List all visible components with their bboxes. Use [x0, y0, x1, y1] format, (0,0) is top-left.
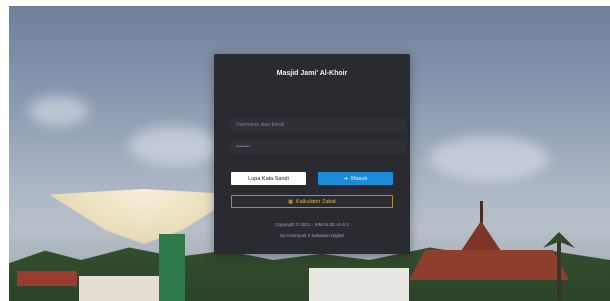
login-button[interactable]: ➔ Masuk [318, 172, 393, 185]
cloud [29, 96, 89, 126]
password-input[interactable] [230, 140, 406, 154]
login-icon: ➔ [343, 175, 348, 182]
cloud [429, 136, 549, 181]
mosque-tower-roof [461, 221, 501, 251]
page-title: Masjid Jami' Al-Khoir [276, 70, 348, 77]
forgot-password-label: Lupa Kata Sandi [248, 175, 289, 182]
umbrella-pole [159, 234, 185, 301]
red-roof [17, 271, 77, 286]
login-label: Masuk [351, 175, 368, 182]
mosque-roof [409, 250, 569, 280]
zakat-calculator-label: Kalkulator Zakat [295, 198, 336, 205]
zakat-calculator-button[interactable]: ▦ Kalkulator Zakat [231, 195, 393, 208]
mosque-spire [480, 201, 483, 223]
building [79, 276, 159, 301]
cloud [129, 126, 219, 166]
forgot-password-button[interactable]: Lupa Kata Sandi [231, 172, 306, 185]
login-card: Masjid Jami' Al-Khoir Lupa Kata Sandi ➔ … [214, 54, 410, 254]
building [309, 268, 409, 301]
umbrella-canopy [49, 189, 239, 244]
calculator-icon: ▦ [288, 198, 293, 205]
copyright-text: Copyright © 2021 - SIMASJID v1.5.3 [275, 222, 349, 227]
palm-trunk [557, 238, 561, 300]
credit-text: by Kelompok 2 Sekawan Digital [280, 233, 344, 238]
username-input[interactable] [230, 118, 406, 132]
